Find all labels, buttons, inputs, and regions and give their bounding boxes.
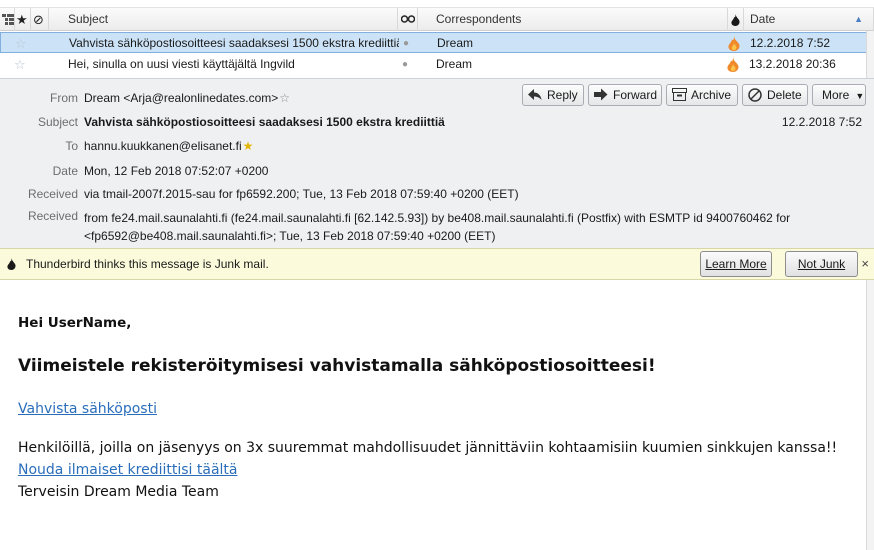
junk-flame-icon[interactable] (727, 36, 741, 51)
subject-value: Vahvista sähköpostiosoitteesi saadaksesi… (84, 115, 445, 129)
more-label: More (822, 88, 850, 102)
not-junk-label: Not Junk (797, 257, 846, 271)
claim-credits-link[interactable]: Nouda ilmaiset krediittisi täältä (18, 462, 238, 478)
to-value[interactable]: hannu.kuukkanen@elisanet.fi★ (84, 139, 253, 153)
column-subject[interactable]: Subject (60, 8, 398, 31)
body-paragraph: Henkilöillä, joilla on jäsenyys on 3x su… (18, 440, 838, 456)
greeting-text: Hei UserName, (18, 315, 132, 331)
message-date: 13.2.2018 20:36 (749, 57, 836, 71)
junk-flame-icon (7, 258, 16, 270)
thread-icon (2, 14, 14, 25)
delete-button[interactable]: Delete (742, 84, 808, 106)
message-subject: Hei, sinulla on uusi viesti käyttäjältä … (68, 57, 295, 71)
received-label: Received (27, 187, 78, 201)
message-body-scrollbar[interactable] (866, 280, 874, 550)
forward-button[interactable]: Forward (588, 84, 662, 106)
star-icon: ★ (16, 12, 28, 27)
column-starred[interactable]: ★ (15, 8, 31, 31)
star-toggle-icon[interactable]: ☆ (14, 54, 30, 75)
chevron-down-icon: ▼ (855, 91, 865, 101)
from-label: From (50, 91, 78, 105)
sort-ascending-icon: ▲ (854, 14, 863, 24)
not-junk-button[interactable]: Not Junk (785, 251, 858, 277)
subject-label: Subject (37, 115, 78, 129)
junk-notification-bar: Thunderbird thinks this message is Junk … (0, 248, 874, 280)
date-label: Date (52, 164, 78, 178)
star-toggle-icon[interactable]: ☆ (15, 33, 31, 54)
message-list-scrollbar[interactable] (866, 31, 874, 78)
column-correspondents[interactable]: Correspondents (428, 8, 728, 31)
body-signature: Terveisin Dream Media Team (18, 484, 219, 500)
learn-more-button[interactable]: Learn More (700, 251, 772, 277)
to-address[interactable]: hannu.kuukkanen@elisanet.fi (84, 139, 242, 153)
column-read[interactable] (398, 8, 418, 31)
reply-label: Reply (547, 88, 578, 102)
learn-more-label: Learn More (705, 257, 767, 271)
column-thread[interactable] (0, 8, 15, 31)
delete-icon (748, 88, 762, 102)
archive-button[interactable]: Archive (666, 84, 738, 106)
close-icon[interactable]: × (861, 256, 869, 271)
message-row[interactable]: ☆ Vahvista sähköpostiosoitteesi saadakse… (0, 32, 874, 53)
forward-icon (594, 88, 608, 101)
message-correspondent: Dream (437, 36, 474, 50)
delete-label: Delete (767, 88, 802, 102)
received-value: via tmail-2007f.2015-sau for fp6592.200;… (84, 187, 519, 201)
message-subject: Vahvista sähköpostiosoitteesi saadaksesi… (69, 36, 399, 50)
forward-label: Forward (613, 88, 658, 102)
date-value: Mon, 12 Feb 2018 07:52:07 +0200 (84, 164, 269, 178)
message-correspondent: Dream (436, 57, 473, 71)
to-label: To (65, 139, 78, 153)
column-date[interactable]: Date ▲ (742, 8, 874, 31)
read-status-dot-icon[interactable]: ● (402, 54, 408, 75)
message-date: 12.2.2018 7:52 (750, 36, 831, 50)
reply-button[interactable]: Reply (522, 84, 584, 106)
column-subject-label: Subject (68, 12, 109, 26)
attachment-icon: ⊘ (33, 12, 44, 27)
body-headline: Viimeistele rekisteröitymisesi vahvistam… (18, 356, 656, 376)
from-value[interactable]: Dream <Arja@realonlinedates.com>☆ (84, 91, 290, 105)
received-label: Received (27, 209, 78, 223)
read-status-dot-icon[interactable]: ● (403, 33, 409, 54)
junk-flame-icon (731, 14, 740, 26)
confirm-email-link[interactable]: Vahvista sähköposti (18, 401, 157, 417)
reply-icon (528, 89, 542, 100)
message-body: Hei UserName, Viimeistele rekisteröitymi… (0, 280, 874, 550)
junk-flame-icon[interactable] (726, 57, 740, 72)
from-address[interactable]: Dream <Arja@realonlinedates.com> (84, 91, 278, 105)
contact-star-icon[interactable]: ★ (243, 139, 254, 153)
received-value: from fe24.mail.saunalahti.fi (fe24.mail.… (84, 211, 791, 243)
message-list: ★ ⊘ Subject Correspondents Date ▲ ☆ Vahv… (0, 0, 874, 78)
header-date-short: 12.2.2018 7:52 (781, 115, 862, 129)
column-date-label: Date (750, 12, 776, 26)
read-status-icon (401, 15, 415, 23)
add-contact-star-icon[interactable]: ☆ (279, 91, 290, 105)
message-row[interactable]: ☆ Hei, sinulla on uusi viesti käyttäjält… (0, 54, 874, 75)
column-header-bar: ★ ⊘ Subject Correspondents Date ▲ (0, 7, 874, 31)
more-button[interactable]: More ▼ (812, 84, 866, 106)
archive-label: Archive (691, 88, 732, 102)
junk-message: Thunderbird thinks this message is Junk … (26, 257, 269, 271)
archive-icon (672, 88, 687, 101)
column-attachment[interactable]: ⊘ (31, 8, 49, 31)
column-correspondents-label: Correspondents (436, 12, 522, 26)
message-header-pane: Reply Forward Archive Delete More ▼ From … (0, 78, 874, 248)
